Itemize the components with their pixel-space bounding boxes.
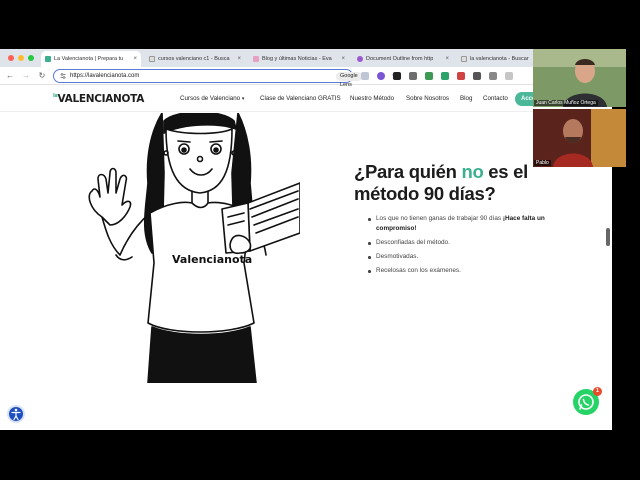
list-item: Desmotivadas. <box>368 252 573 262</box>
video-tile-pablo[interactable]: Pablo <box>533 109 626 167</box>
close-tab-icon[interactable]: × <box>133 56 137 62</box>
shirt-logo-text: Valencianota <box>172 253 252 266</box>
participant-avatar <box>533 49 626 107</box>
url-text: https://lavalencianota.com <box>70 73 140 79</box>
extension-icon[interactable] <box>377 72 385 80</box>
tab-bar: La Valencianota | Prepara tu × cursos va… <box>0 49 612 67</box>
tab-label: La Valencianota | Prepara tu <box>54 56 124 62</box>
participant-avatar <box>533 109 626 167</box>
extension-icon[interactable] <box>393 72 401 80</box>
close-tab-icon[interactable]: × <box>341 56 345 62</box>
site-header: laVALENCIANOTA Cursos de Valenciano ▾ Cl… <box>0 86 612 112</box>
close-tab-icon[interactable]: × <box>237 56 241 62</box>
main-content: Valencianota ¿Para quién no es el método… <box>0 113 612 430</box>
forward-icon[interactable]: → <box>21 70 31 81</box>
google-lens-button[interactable]: Google Lens <box>336 72 362 88</box>
reload-icon[interactable]: ↻ <box>37 70 47 81</box>
extension-icon[interactable] <box>489 72 497 80</box>
list-item-text: Los que no tienen ganas de trabajar 90 d… <box>376 215 503 222</box>
accessibility-icon <box>11 408 21 421</box>
extension-icon[interactable] <box>409 72 417 80</box>
address-bar[interactable]: https://lavalencianota.com Google Lens ☆ <box>53 69 398 88</box>
back-icon[interactable]: ← <box>5 70 15 81</box>
tab-blog[interactable]: Blog y últimas Noticias - Eva × <box>249 51 349 67</box>
tab-cursos-valenciano[interactable]: cursos valenciano c1 - Busca × <box>145 51 245 67</box>
heading-highlight: no <box>461 161 484 182</box>
site-info-icon[interactable] <box>60 73 66 79</box>
browser-window: La Valencianota | Prepara tu × cursos va… <box>0 49 612 430</box>
site-logo[interactable]: laVALENCIANOTA <box>53 93 144 105</box>
nav-blog[interactable]: Blog <box>460 95 472 102</box>
tab-lavalencianota[interactable]: La Valencianota | Prepara tu × <box>41 51 141 67</box>
nav-contacto[interactable]: Contacto <box>483 95 508 102</box>
list-item-text: Recelosas con los exámenes. <box>376 267 461 274</box>
minimize-window-button[interactable] <box>18 55 24 61</box>
browser-toolbar: ← → ↻ https://lavalencianota.com Google … <box>0 67 612 88</box>
criteria-list: Los que no tienen ganas de trabajar 90 d… <box>368 214 573 280</box>
close-tab-icon[interactable]: × <box>445 56 449 62</box>
close-window-button[interactable] <box>8 55 14 61</box>
tab-label: Document Outline from http <box>366 56 434 62</box>
tab-document-outline[interactable]: Document Outline from http × <box>353 51 453 67</box>
video-tile-juan-carlos[interactable]: Juan Carlos Muñoz Ortega <box>533 49 626 107</box>
heading-text: ¿Para quién <box>354 161 462 182</box>
nav-clase-gratis[interactable]: Clase de Valenciano GRATIS <box>260 95 341 102</box>
extension-icon[interactable] <box>505 72 513 80</box>
site-favicon-icon <box>45 56 51 62</box>
list-item-text: Desconfiadas del método. <box>376 239 450 246</box>
chevron-down-icon: ▾ <box>241 96 245 102</box>
page-scrollbar[interactable] <box>606 228 610 246</box>
screen: La Valencianota | Prepara tu × cursos va… <box>0 0 640 480</box>
section-heading: ¿Para quién no es el método 90 días? <box>354 161 564 205</box>
extension-icon[interactable] <box>425 72 433 80</box>
participant-name: Pablo <box>534 160 551 166</box>
girl-illustration: Valencianota <box>88 113 300 383</box>
list-item: Los que no tienen ganas de trabajar 90 d… <box>368 214 573 234</box>
extension-icon[interactable] <box>457 72 465 80</box>
blog-favicon-icon <box>253 56 259 62</box>
accessibility-button[interactable] <box>7 405 25 423</box>
whatsapp-notification-badge: 1 <box>593 387 602 396</box>
tab-label: la valencianota - Buscar <box>470 56 529 62</box>
google-favicon-icon <box>149 56 155 62</box>
extensions-puzzle-icon[interactable] <box>473 72 481 80</box>
tab-la-valencianota-buscar[interactable]: la valencianota - Buscar <box>457 51 537 67</box>
list-item: Recelosas con los exámenes. <box>368 266 573 276</box>
google-favicon-icon <box>461 56 467 62</box>
nav-sobre-nosotros[interactable]: Sobre Nosotros <box>406 95 449 102</box>
extension-icon[interactable] <box>361 72 369 80</box>
nav-cursos-de-valenciano[interactable]: Cursos de Valenciano ▾ <box>180 95 244 102</box>
nav-label: Cursos de Valenciano <box>180 95 241 102</box>
extension-icon[interactable] <box>441 72 449 80</box>
list-item: Desconfiadas del método. <box>368 238 573 248</box>
participant-name: Juan Carlos Muñoz Ortega <box>534 100 598 106</box>
logo-text: VALENCIANOTA <box>57 93 145 105</box>
list-item-text: Desmotivadas. <box>376 253 419 260</box>
tab-label: cursos valenciano c1 - Busca <box>158 56 230 62</box>
maximize-window-button[interactable] <box>28 55 34 61</box>
nav-nuestro-metodo[interactable]: Nuestro Método <box>350 95 394 102</box>
extension-favicon-icon <box>357 56 363 62</box>
tab-label: Blog y últimas Noticias - Eva <box>262 56 332 62</box>
